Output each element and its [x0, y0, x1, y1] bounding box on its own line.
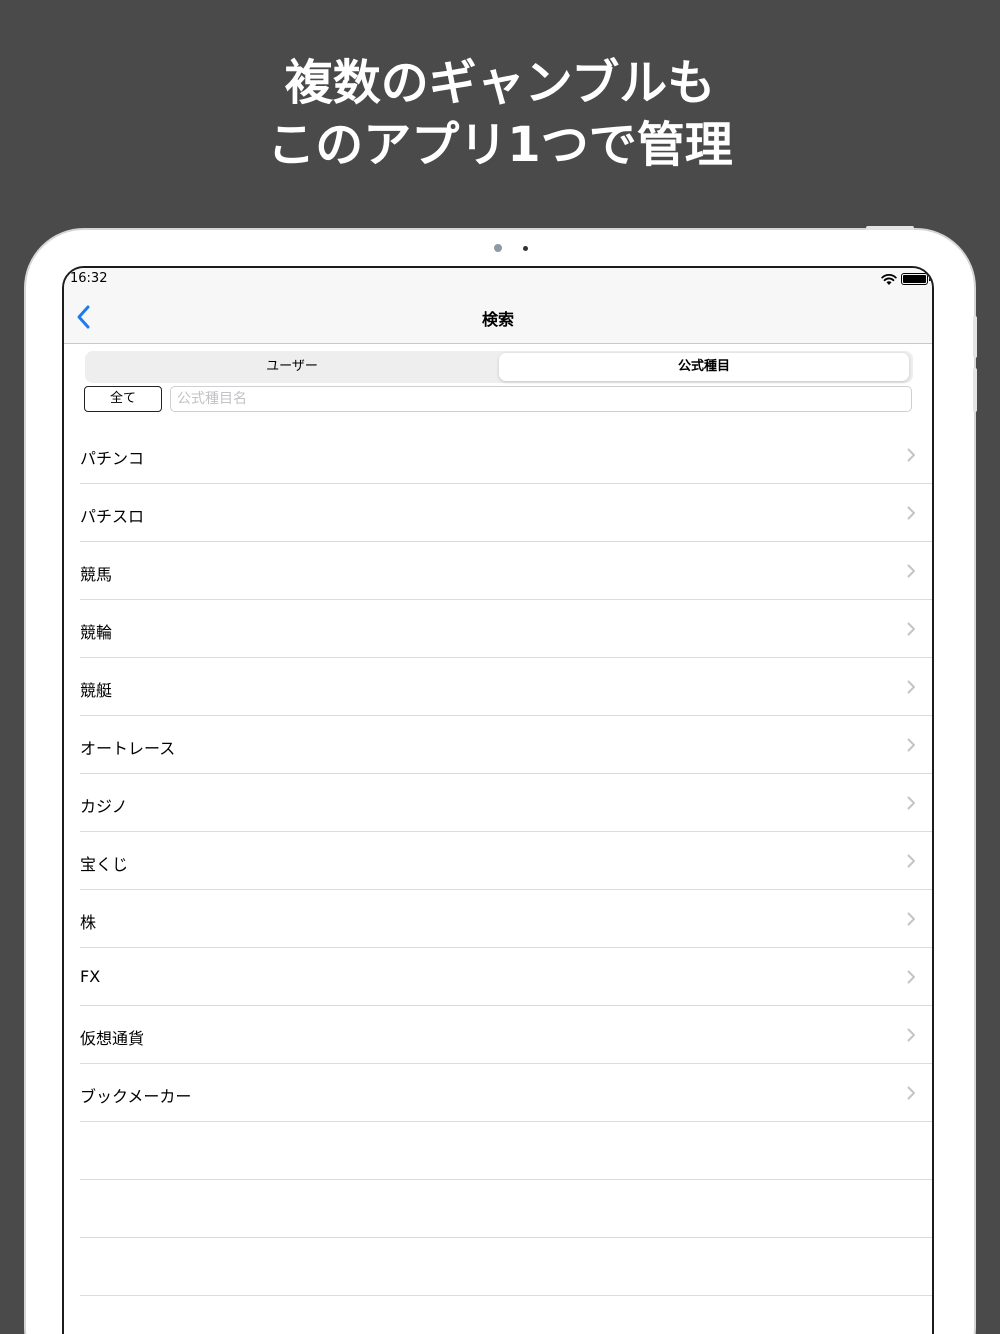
list-item[interactable]: 競艇: [64, 658, 932, 716]
chevron-right-icon: [907, 912, 915, 926]
empty-row: [64, 1180, 932, 1238]
list-item[interactable]: 宝くじ: [64, 832, 932, 890]
chevron-right-icon: [907, 506, 915, 520]
list-item[interactable]: 仮想通貨: [64, 1006, 932, 1064]
segmented-control: ユーザー 公式種目: [85, 351, 913, 383]
all-button[interactable]: 全て: [84, 386, 162, 412]
empty-row: [64, 1238, 932, 1296]
headline-line-1: 複数のギャンブルも: [284, 55, 716, 111]
chevron-right-icon: [907, 970, 915, 984]
list-item-label: オートレース: [80, 739, 176, 758]
list-item-label: 競輪: [80, 623, 113, 642]
status-time: 16:32: [70, 271, 108, 286]
page-title: 検索: [481, 310, 514, 329]
list-item-label: パチンコ: [80, 449, 145, 468]
list-item[interactable]: パチスロ: [64, 484, 932, 542]
promo-headline: 複数のギャンブルも このアプリ1つで管理: [0, 52, 1000, 176]
side-button-lower: [973, 368, 977, 412]
list-item[interactable]: オートレース: [64, 716, 932, 774]
list-item[interactable]: 競輪: [64, 600, 932, 658]
battery-icon: [901, 273, 931, 285]
chevron-right-icon: [907, 738, 915, 752]
empty-row: [64, 1122, 932, 1180]
chevron-right-icon: [907, 564, 915, 578]
list-item-label: 株: [80, 913, 97, 932]
navigation-bar: 検索: [64, 292, 932, 344]
list-item[interactable]: 競馬: [64, 542, 932, 600]
list-item-label: 競馬: [80, 565, 113, 584]
headline-line-2: このアプリ1つで管理: [267, 117, 733, 173]
chevron-right-icon: [907, 448, 915, 462]
chevron-right-icon: [907, 680, 915, 694]
category-list: パチンコ パチスロ 競馬 競輪 競艇 オートレース カジノ 宝くじ 株 FX 仮…: [64, 426, 932, 1334]
top-button: [866, 226, 914, 230]
empty-row: [64, 1296, 932, 1334]
camera-icon: [494, 244, 502, 252]
list-item[interactable]: パチンコ: [64, 426, 932, 484]
list-item-label: 競艇: [80, 681, 113, 700]
segment-official-category[interactable]: 公式種目: [499, 353, 909, 381]
wifi-icon: [881, 273, 897, 285]
status-bar: 16:32: [64, 268, 932, 292]
list-item[interactable]: FX: [64, 948, 932, 1006]
list-item-label: ブックメーカー: [80, 1087, 192, 1106]
search-input[interactable]: [170, 386, 912, 412]
list-item[interactable]: カジノ: [64, 774, 932, 832]
list-item-label: パチスロ: [80, 507, 145, 526]
list-item[interactable]: 株: [64, 890, 932, 948]
chevron-right-icon: [907, 622, 915, 636]
list-item-label: FX: [80, 967, 101, 986]
chevron-right-icon: [907, 854, 915, 868]
chevron-right-icon: [907, 796, 915, 810]
segment-user[interactable]: ユーザー: [87, 353, 497, 381]
list-item-label: カジノ: [80, 797, 128, 816]
list-item-label: 宝くじ: [80, 855, 129, 874]
sensor-icon: [523, 246, 528, 251]
chevron-right-icon: [907, 1086, 915, 1100]
side-button-upper: [973, 316, 977, 358]
list-item[interactable]: ブックメーカー: [64, 1064, 932, 1122]
tablet-screen: 16:32 検索 ユーザー 公式種目 全て パチンコ パチスロ 競馬 競輪 競艇…: [62, 266, 934, 1334]
list-item-label: 仮想通貨: [80, 1029, 145, 1048]
chevron-right-icon: [907, 1028, 915, 1042]
